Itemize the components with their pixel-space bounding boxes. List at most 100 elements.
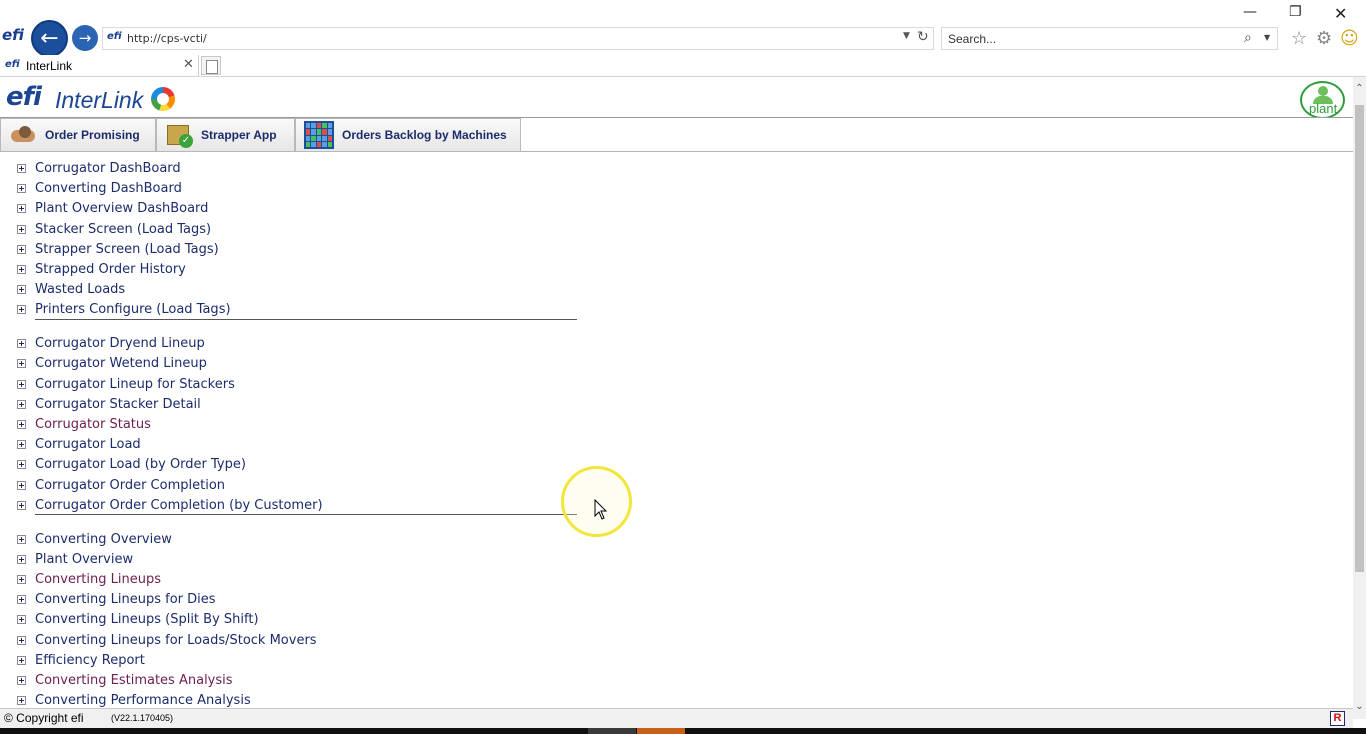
menu-item[interactable]: Stacker Screen (Load Tags) [17,219,211,239]
forward-button[interactable]: → [72,25,98,51]
address-bar[interactable]: efi http://cps-vcti/ ▼ ↻ [102,27,934,50]
menu-item[interactable]: Efficiency Report [17,650,145,670]
expand-plus-icon[interactable] [17,675,26,685]
close-window-icon[interactable]: ✕ [1334,4,1347,23]
menu-link[interactable]: Corrugator Stacker Detail [35,397,201,412]
minimize-icon[interactable]: — [1243,4,1257,20]
menu-item[interactable]: Corrugator Wetend Lineup [17,353,207,373]
expand-plus-icon[interactable] [17,399,26,409]
scroll-up-icon[interactable]: ⌃ [1353,83,1366,94]
menu-link[interactable]: Corrugator Order Completion (by Customer… [35,498,323,513]
menu-link[interactable]: Wasted Loads [35,282,125,297]
search-box[interactable]: Search... ⌕ ▼ [941,27,1278,50]
tab-close-icon[interactable]: ✕ [183,57,194,72]
menu-link[interactable]: Converting Lineups for Dies [35,592,216,607]
expand-plus-icon[interactable] [17,500,26,510]
expand-plus-icon[interactable] [17,534,26,544]
expand-plus-icon[interactable] [17,419,26,429]
expand-plus-icon[interactable] [17,163,26,173]
menu-item[interactable]: Corrugator Load (by Order Type) [17,454,246,474]
scroll-thumb[interactable] [1355,105,1364,572]
menu-item[interactable]: Corrugator Order Completion [17,475,225,495]
menu-item[interactable]: Converting DashBoard [17,178,182,198]
search-input[interactable]: Search... [948,32,996,46]
expand-plus-icon[interactable] [17,574,26,584]
expand-plus-icon[interactable] [17,284,26,294]
refresh-icon[interactable]: ↻ [917,29,929,45]
order-promising-button[interactable]: Order Promising [0,118,156,152]
browser-tab-interlink[interactable]: efi InterLink ✕ [0,55,199,77]
expand-plus-icon[interactable] [17,614,26,624]
menu-item[interactable]: Converting Performance Analysis [17,690,251,708]
menu-link[interactable]: Converting Lineups (Split By Shift) [35,612,259,627]
expand-plus-icon[interactable] [17,224,26,234]
menu-link[interactable]: Stacker Screen (Load Tags) [35,222,211,237]
r-badge-icon[interactable]: R [1330,711,1345,726]
menu-link[interactable]: Printers Configure (Load Tags) [35,302,231,317]
expand-plus-icon[interactable] [17,338,26,348]
expand-plus-icon[interactable] [17,264,26,274]
menu-link[interactable]: Corrugator Load [35,437,141,452]
menu-item[interactable]: Plant Overview [17,549,133,569]
address-text[interactable]: http://cps-vcti/ [127,32,207,45]
menu-link[interactable]: Converting Estimates Analysis [35,673,233,688]
menu-link[interactable]: Converting DashBoard [35,181,182,196]
expand-plus-icon[interactable] [17,439,26,449]
taskbar-app-item[interactable] [637,728,685,734]
expand-plus-icon[interactable] [17,379,26,389]
expand-plus-icon[interactable] [17,244,26,254]
menu-item[interactable]: Converting Overview [17,529,172,549]
expand-plus-icon[interactable] [17,183,26,193]
menu-link[interactable]: Corrugator Dryend Lineup [35,336,205,351]
menu-link[interactable]: Converting Overview [35,532,172,547]
menu-link[interactable]: Plant Overview DashBoard [35,201,208,216]
expand-plus-icon[interactable] [17,594,26,604]
menu-link[interactable]: Corrugator Wetend Lineup [35,356,207,371]
menu-item[interactable]: Corrugator Lineup for Stackers [17,374,235,394]
address-dropdown-icon[interactable]: ▼ [903,31,910,41]
expand-plus-icon[interactable] [17,480,26,490]
expand-plus-icon[interactable] [17,459,26,469]
menu-item[interactable]: Corrugator Load [17,434,141,454]
search-dropdown-icon[interactable]: ▼ [1264,33,1270,42]
menu-link[interactable]: Strapper Screen (Load Tags) [35,242,219,257]
favorites-star-icon[interactable]: ☆ [1291,28,1307,49]
expand-plus-icon[interactable] [17,304,26,314]
menu-link[interactable]: Corrugator DashBoard [35,161,181,176]
menu-item[interactable]: Printers Configure (Load Tags) [17,299,231,319]
expand-plus-icon[interactable] [17,695,26,705]
plant-user-button[interactable]: plant [1300,81,1345,119]
menu-item[interactable]: Strapper Screen (Load Tags) [17,239,219,259]
menu-link[interactable]: Converting Lineups [35,572,161,587]
menu-link[interactable]: Efficiency Report [35,653,145,668]
scroll-down-icon[interactable]: ⌄ [1353,701,1366,712]
menu-item[interactable]: Corrugator Status [17,414,151,434]
menu-item[interactable]: Strapped Order History [17,259,186,279]
menu-link[interactable]: Converting Performance Analysis [35,693,251,708]
restore-icon[interactable]: ❐ [1289,4,1302,20]
expand-plus-icon[interactable] [17,655,26,665]
taskbar-app-item[interactable] [588,728,636,734]
menu-item[interactable]: Converting Estimates Analysis [17,670,233,690]
new-tab-button[interactable] [201,56,221,75]
menu-item[interactable]: Corrugator DashBoard [17,158,181,178]
back-button[interactable]: ← [31,20,68,57]
expand-plus-icon[interactable] [17,358,26,368]
menu-link[interactable]: Strapped Order History [35,262,186,277]
menu-link[interactable]: Corrugator Lineup for Stackers [35,377,235,392]
menu-link[interactable]: Corrugator Status [35,417,151,432]
strapper-app-button[interactable]: Strapper App [156,118,295,152]
menu-item[interactable]: Converting Lineups for Loads/Stock Mover… [17,630,317,650]
menu-link[interactable]: Corrugator Order Completion [35,478,225,493]
menu-item[interactable]: Converting Lineups for Dies [17,589,216,609]
menu-item[interactable]: Corrugator Order Completion (by Customer… [17,495,323,515]
orders-backlog-button[interactable]: Orders Backlog by Machines [295,118,521,152]
search-icon[interactable]: ⌕ [1244,30,1252,46]
menu-item[interactable]: Plant Overview DashBoard [17,198,208,218]
settings-gear-icon[interactable]: ⚙ [1316,28,1332,49]
menu-item[interactable]: Converting Lineups (Split By Shift) [17,609,259,629]
expand-plus-icon[interactable] [17,635,26,645]
menu-item[interactable]: Corrugator Stacker Detail [17,394,201,414]
menu-link[interactable]: Plant Overview [35,552,133,567]
menu-link[interactable]: Corrugator Load (by Order Type) [35,457,246,472]
